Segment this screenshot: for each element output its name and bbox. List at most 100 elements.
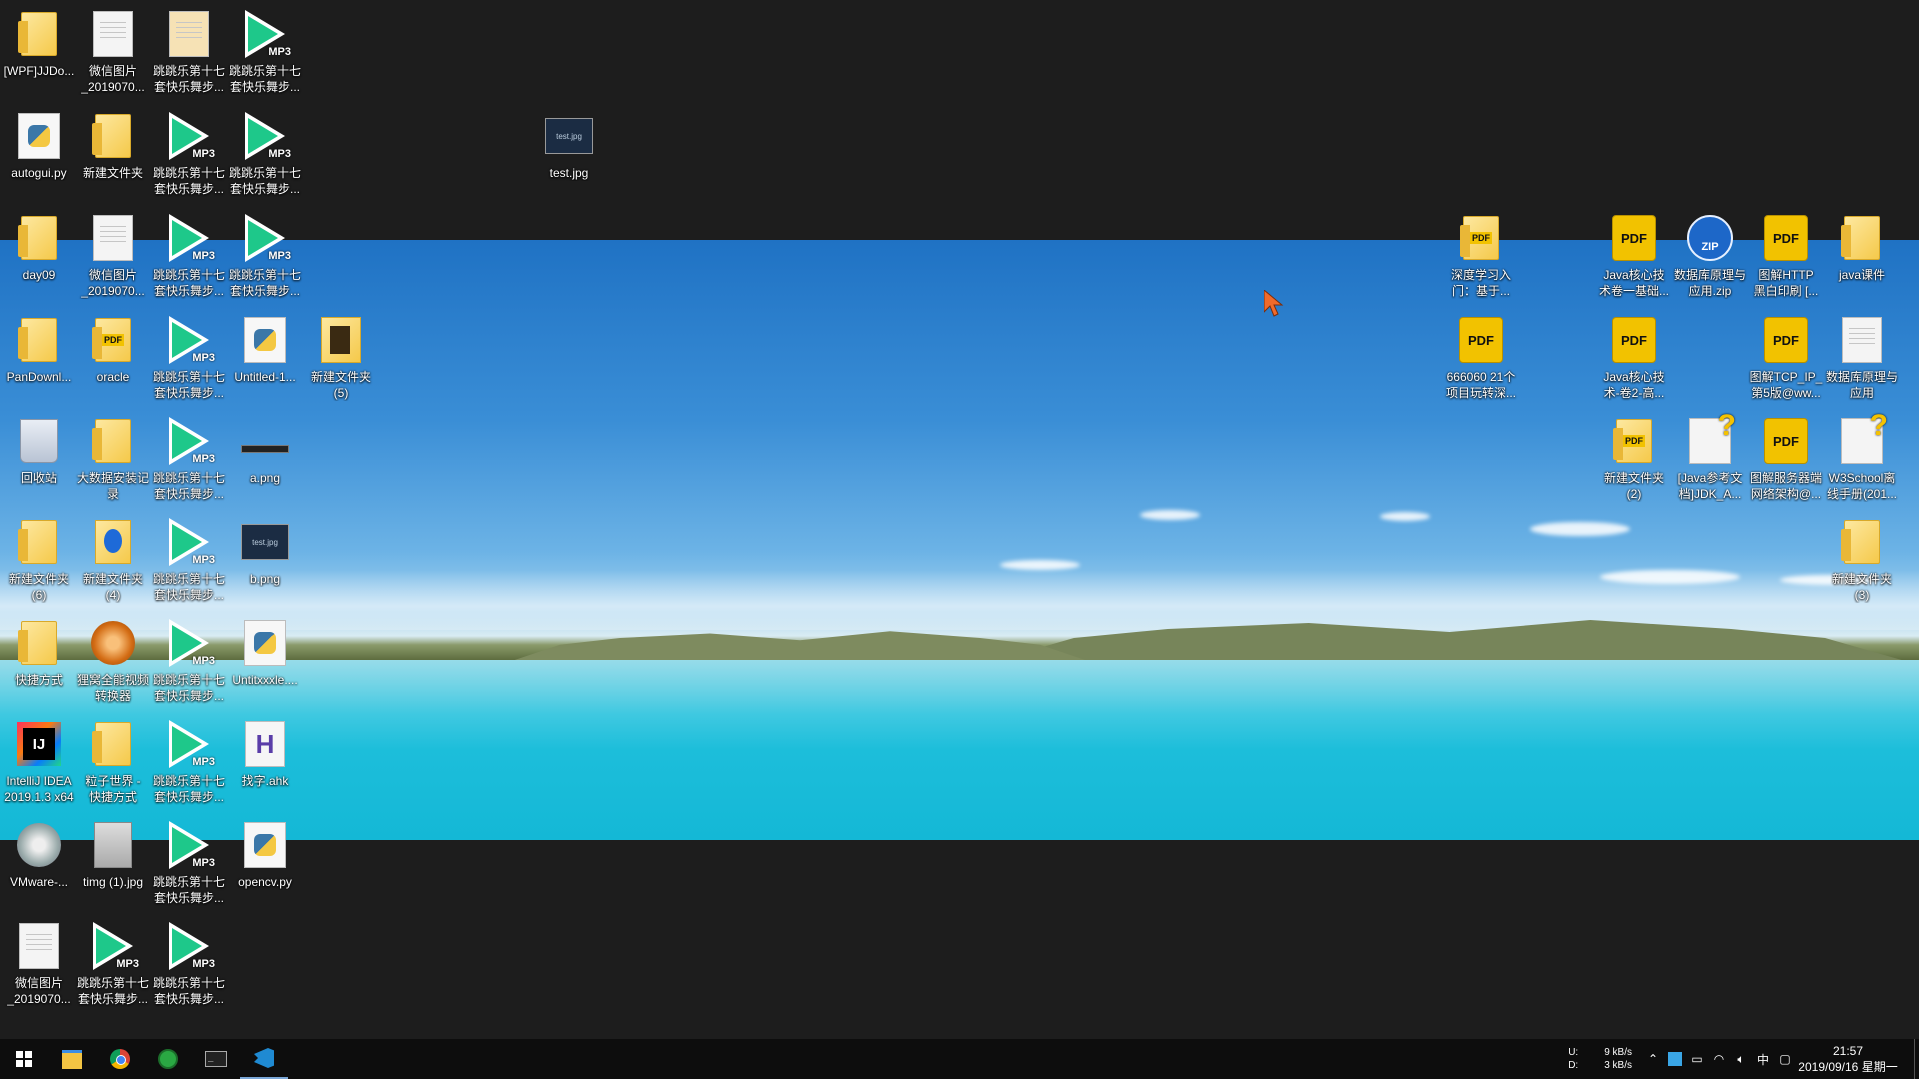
wifi-icon[interactable]: ◠	[1708, 1039, 1730, 1079]
folder-icon	[87, 718, 139, 770]
pdf-icon: PDF	[1608, 212, 1660, 264]
desktop-icon-wx2[interactable]: 微信图片 _2019070...	[74, 208, 152, 308]
desktop-icon-label: java课件	[1838, 268, 1885, 282]
desktop-icon-pandownl[interactable]: PanDownl...	[0, 310, 78, 410]
desktop-icon-label: 跳跳乐第十七 套快乐舞步...	[76, 976, 149, 1006]
desktop-icon-jdk[interactable]: [Java参考文 档]JDK_A...	[1671, 409, 1749, 511]
start-button[interactable]	[0, 1039, 48, 1079]
desktop-icon-shortcut[interactable]: 快捷方式	[0, 613, 78, 713]
mp3-icon: MP3	[163, 314, 215, 366]
taskbar-terminal[interactable]: _	[192, 1039, 240, 1079]
battery-icon[interactable]: ▭	[1686, 1039, 1708, 1079]
clock-time: 21:57	[1832, 1044, 1864, 1058]
desktop-icon-untitxx[interactable]: Untitxxxle....	[226, 613, 304, 713]
desktop-icon-java1[interactable]: PDF Java核心技 术卷一基础...	[1595, 208, 1673, 308]
desktop-icon-mp3h[interactable]: MP3 跳跳乐第十七 套快乐舞步...	[150, 411, 228, 511]
show-desktop-button[interactable]	[1914, 1039, 1919, 1079]
image-thumbnail-icon: test.jpg	[239, 516, 291, 568]
cloud	[1530, 522, 1630, 536]
notification-icon[interactable]: ▢	[1774, 1039, 1796, 1079]
desktop-icon-javakj[interactable]: java课件	[1823, 208, 1901, 308]
desktop-icon-label: 粒子世界 - 快捷方式	[85, 774, 141, 804]
document-icon	[1836, 314, 1888, 366]
desktop-icon-untitled1[interactable]: Untitled-1...	[226, 310, 304, 410]
taskbar-vscode[interactable]	[240, 1039, 288, 1079]
desktop-icon-mp3a[interactable]: 跳跳乐第十七 套快乐舞步...	[150, 4, 228, 104]
desktop-icon-newfolder[interactable]: 新建文件夹	[74, 106, 152, 206]
desktop-icon-label: 图解服务器端 网络架构@...	[1749, 471, 1822, 501]
desktop-icon-java2[interactable]: PDF Java核心技 术-卷2-高...	[1595, 310, 1673, 410]
desktop-icon-mp3m[interactable]: MP3 跳跳乐第十七 套快乐舞步...	[74, 916, 152, 1016]
mp3-tag: MP3	[268, 46, 291, 58]
desktop-icon-opencv[interactable]: opencv.py	[226, 815, 304, 915]
desktop-icon-bpng[interactable]: test.jpg b.png	[226, 512, 304, 612]
mp3-tag: MP3	[192, 148, 215, 160]
volume-icon[interactable]: 🔈︎	[1730, 1039, 1752, 1079]
desktop-icon-mp3k[interactable]: MP3 跳跳乐第十七 套快乐舞步...	[150, 714, 228, 814]
mp3-icon: MP3	[239, 110, 291, 162]
desktop-icon-p666[interactable]: PDF 666060 21个 项目玩转深...	[1442, 310, 1520, 410]
desktop-icon-mp3d[interactable]: MP3 跳跳乐第十七 套快乐舞步...	[226, 106, 304, 206]
desktop-icon-mp3n[interactable]: MP3 跳跳乐第十七 套快乐舞步...	[150, 916, 228, 1016]
desktop-icon-day09[interactable]: day09	[0, 208, 78, 308]
desktop-icon-mp3i[interactable]: MP3 跳跳乐第十七 套快乐舞步...	[150, 512, 228, 612]
desktop-icon-tcp[interactable]: PDF 图解TCP_IP_ 第5版@ww...	[1747, 310, 1825, 410]
desktop-icon-bigdata[interactable]: 大数据安装记 录	[74, 411, 152, 511]
desktop-icon-ahk[interactable]: H 找字.ahk	[226, 714, 304, 814]
desktop-icon-label: 微信图片 _2019070...	[7, 976, 71, 1006]
desktop-icon-label: 跳跳乐第十七 套快乐舞步...	[152, 976, 225, 1006]
desktop-icon-w3c[interactable]: W3School离 线手册(201...	[1823, 409, 1901, 511]
pdf-icon: PDF	[1760, 314, 1812, 366]
pdf-folder-icon: PDF	[1608, 415, 1660, 467]
folder-icon	[13, 8, 65, 60]
desktop-icon-mp3b[interactable]: MP3 跳跳乐第十七 套快乐舞步...	[226, 4, 304, 104]
clock[interactable]: 21:57 2019/09/16 星期一	[1796, 1043, 1900, 1075]
desktop-icon-mp3g[interactable]: MP3 跳跳乐第十七 套快乐舞步...	[150, 310, 228, 410]
desktop-icon-oracle[interactable]: PDF oracle	[74, 310, 152, 410]
desktop-icon-dbapp[interactable]: 数据库原理与 应用	[1823, 310, 1901, 410]
desktop-icon-mp3c[interactable]: MP3 跳跳乐第十七 套快乐舞步...	[150, 106, 228, 206]
desktop-icon-label: [WPF]JJDo...	[3, 64, 75, 78]
desktop-icon-newfolder5[interactable]: 新建文件夹 (5)	[302, 310, 380, 410]
desktop-icon-wpf[interactable]: [WPF]JJDo...	[0, 4, 78, 104]
taskbar-green-app[interactable]	[144, 1039, 192, 1079]
taskbar: _ U: 9 kB/s D: 3 kB/s ⌃ ▭ ◠ 🔈︎ 中 ▢ 21:57…	[0, 1039, 1919, 1079]
desktop-icon-timg[interactable]: timg (1).jpg	[74, 815, 152, 915]
desktop-icon-newfolder3[interactable]: 新建文件夹 (3)	[1823, 512, 1901, 612]
desktop-icon-wx3[interactable]: 微信图片 _2019070...	[0, 916, 78, 1016]
desktop-icon-mp3e[interactable]: MP3 跳跳乐第十七 套快乐舞步...	[150, 208, 228, 308]
desktop-icon-dbzip[interactable]: ZIP 数据库原理与 应用.zip	[1671, 208, 1749, 308]
desktop-icon-label: 新建文件夹 (6)	[8, 572, 69, 602]
desktop-icon-mp3l[interactable]: MP3 跳跳乐第十七 套快乐舞步...	[150, 815, 228, 915]
document-icon	[87, 212, 139, 264]
desktop-icon-label: 微信图片 _2019070...	[81, 64, 145, 94]
download-speed: 3 kB/s	[1604, 1060, 1632, 1071]
desktop-icon-recycle[interactable]: 回收站	[0, 411, 78, 511]
taskbar-chrome[interactable]	[96, 1039, 144, 1079]
desktop-icon-vmware[interactable]: VMware-...	[0, 815, 78, 915]
desktop-icon-label: 跳跳乐第十七 套快乐舞步...	[152, 166, 225, 196]
desktop-icon-testjpg[interactable]: test.jpg test.jpg	[530, 106, 608, 206]
desktop-icon-wx1[interactable]: 微信图片 _2019070...	[74, 4, 152, 104]
desktop-icon-apng[interactable]: a.png	[226, 411, 304, 511]
desktop-icon-newfolder4[interactable]: 新建文件夹 (4)	[74, 512, 152, 612]
desktop-icon-server[interactable]: PDF 图解服务器端 网络架构@...	[1747, 411, 1825, 511]
desktop-icon-dl[interactable]: PDF 深度学习入 门：基于...	[1442, 208, 1520, 308]
desktop-icon-http[interactable]: PDF 图解HTTP 黑白印刷 [...	[1747, 208, 1825, 308]
desktop-icon-autogui[interactable]: autogui.py	[0, 106, 78, 206]
desktop-icon-mp3f[interactable]: MP3 跳跳乐第十七 套快乐舞步...	[226, 208, 304, 308]
icon-tag: PDF	[1468, 332, 1494, 348]
desktop-icon-newfolder6[interactable]: 新建文件夹 (6)	[0, 512, 78, 612]
desktop-icon-mp3j[interactable]: MP3 跳跳乐第十七 套快乐舞步...	[150, 613, 228, 713]
desktop-icon-label: 数据库原理与 应用.zip	[1673, 268, 1746, 298]
taskbar-file-explorer[interactable]	[48, 1039, 96, 1079]
desktop-icon-label: opencv.py	[238, 875, 292, 889]
desktop-icon-video[interactable]: 狸窝全能视频 转换器	[74, 613, 152, 713]
tray-app-icon[interactable]	[1664, 1039, 1686, 1079]
desktop-icon-idea[interactable]: IntelliJ IDEA 2019.1.3 x64	[0, 714, 78, 814]
tray-chevron-up-icon[interactable]: ⌃	[1642, 1039, 1664, 1079]
desktop-icon-particle[interactable]: 粒子世界 - 快捷方式	[74, 714, 152, 814]
desktop-icon-label: 跳跳乐第十七 套快乐舞步...	[152, 64, 225, 94]
ime-indicator[interactable]: 中	[1752, 1039, 1774, 1079]
desktop-icon-newfolder2[interactable]: PDF 新建文件夹 (2)	[1595, 411, 1673, 511]
